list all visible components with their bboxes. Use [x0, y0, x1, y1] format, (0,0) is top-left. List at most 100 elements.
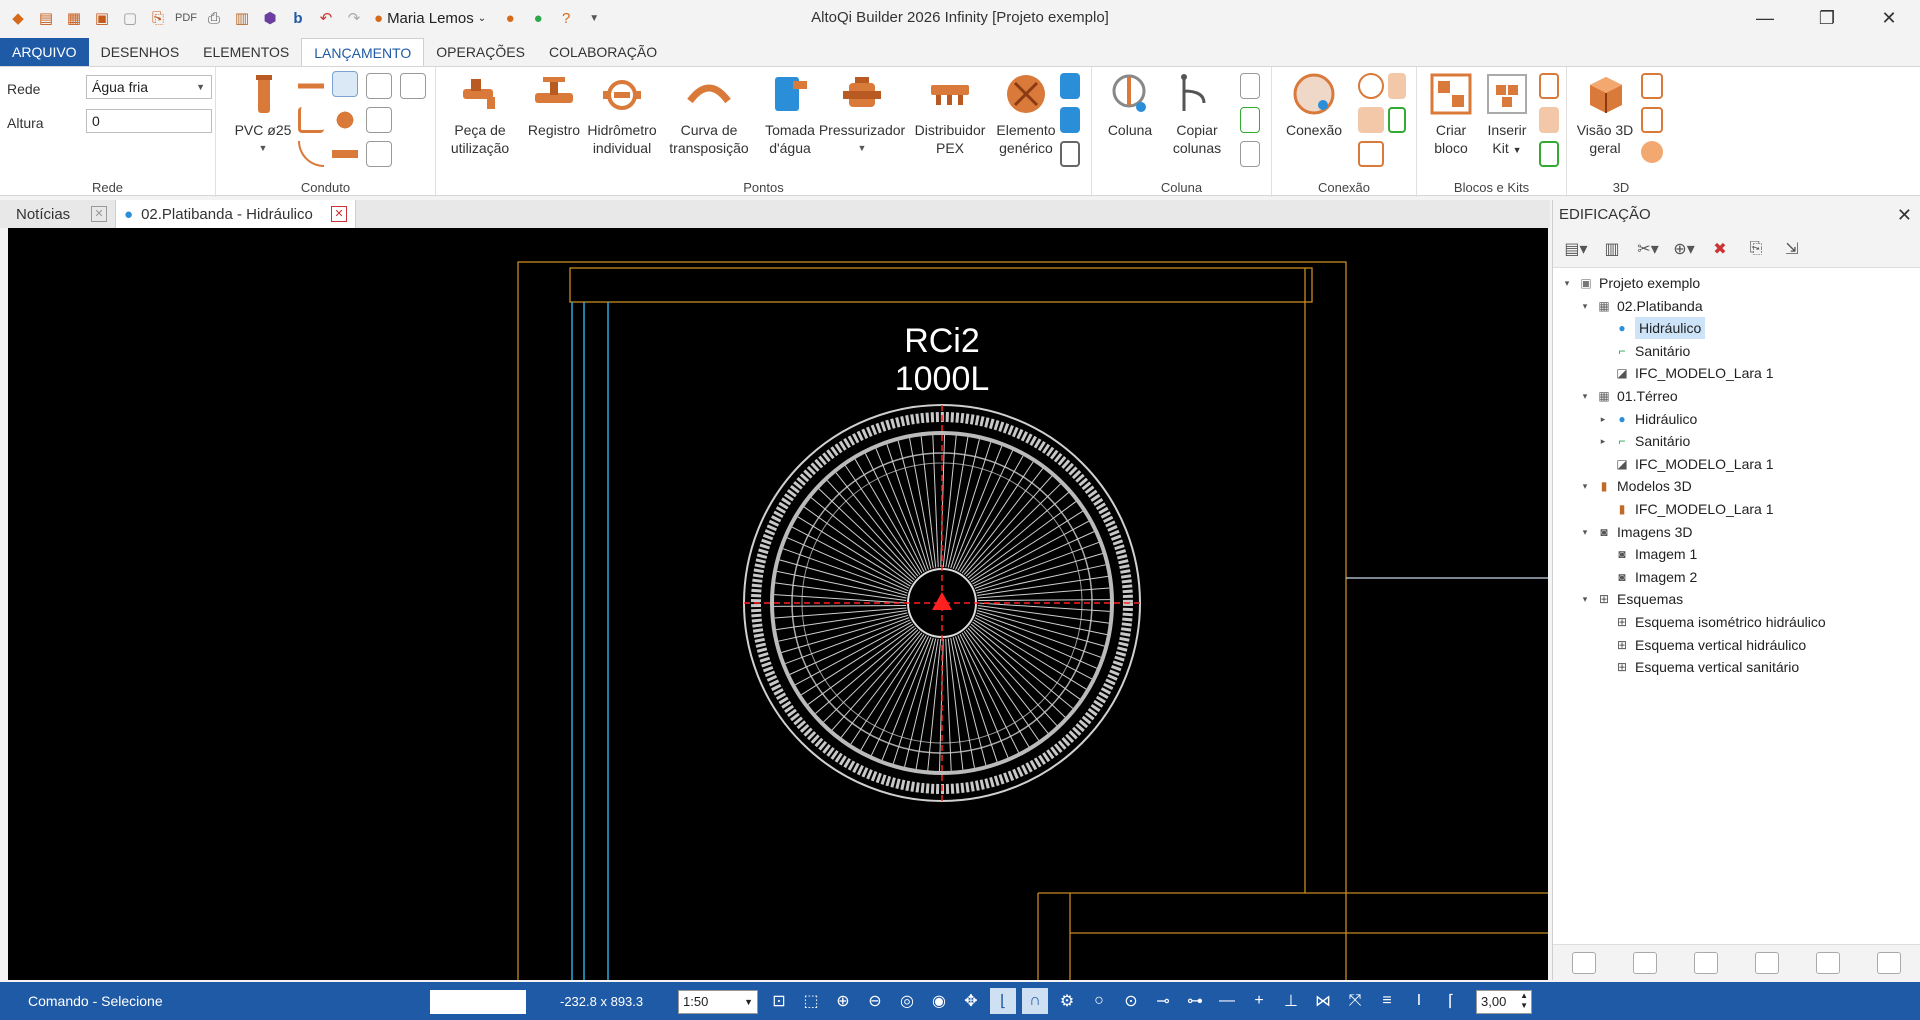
connection-tool-1-icon[interactable]	[1358, 73, 1384, 99]
container-blue-2-icon[interactable]	[1060, 107, 1080, 133]
osnap-circle-icon[interactable]: ○	[1086, 988, 1112, 1014]
panel-tab-views-icon[interactable]	[1632, 951, 1657, 974]
3d-tool-1-icon[interactable]	[1641, 73, 1663, 99]
collapse-icon[interactable]: ▾	[1579, 588, 1591, 610]
delete-icon[interactable]: ✖	[1707, 237, 1733, 261]
rotate-icon[interactable]	[366, 141, 392, 167]
import-icon[interactable]: ⇲	[1779, 237, 1805, 261]
new-project-icon[interactable]: ▤	[34, 6, 58, 30]
tree-item[interactable]: ▮ IFC_MODELO_Lara 1	[1597, 498, 1774, 520]
collapse-icon[interactable]: ▾	[1579, 475, 1591, 497]
tree-item[interactable]: ◙ Imagem 1	[1597, 543, 1697, 565]
drawing-canvas[interactable]: RCi2 1000L	[8, 228, 1548, 980]
tree-item[interactable]: ▸ ● Hidráulico	[1597, 408, 1698, 430]
tree-item[interactable]: ▾ ▦ 02.Platibanda	[1579, 295, 1703, 317]
distribuidor-pex-button[interactable]: Distribuidor PEX	[902, 71, 998, 157]
save-icon[interactable]: ▣	[90, 6, 114, 30]
panel-tab-check-icon[interactable]	[1755, 951, 1780, 974]
3d-settings-icon[interactable]	[1641, 141, 1663, 163]
help-icon[interactable]: ?	[554, 6, 578, 30]
snap-icon[interactable]: ∩	[1022, 988, 1048, 1014]
scale-select[interactable]: 1:50 ▼	[678, 990, 758, 1014]
curva-transposicao-button[interactable]: Curva de transposição	[658, 71, 760, 157]
minimize-button[interactable]: —	[1734, 0, 1796, 36]
altura-input[interactable]: 0	[86, 109, 212, 133]
app-logo-icon[interactable]: ◆	[6, 6, 30, 30]
copiar-colunas-button[interactable]: Copiar colunas	[1162, 71, 1232, 157]
3d-tool-2-icon[interactable]	[1641, 107, 1663, 133]
undo-icon[interactable]: ↶	[314, 6, 338, 30]
tree-item[interactable]: ▾ ▣ Projeto exemplo	[1561, 272, 1700, 294]
container-blue-icon[interactable]	[1060, 73, 1080, 99]
align-icon[interactable]: ≡	[1374, 988, 1400, 1014]
hidrometro-button[interactable]: Hidrômetro individual	[576, 71, 668, 157]
tab-operacoes[interactable]: OPERAÇÕES	[424, 38, 537, 66]
curved-pipe-icon[interactable]	[332, 71, 358, 97]
b-logo-icon[interactable]: b	[286, 6, 310, 30]
pan-icon[interactable]: ✥	[958, 988, 984, 1014]
tools-icon[interactable]: ✂▾	[1635, 237, 1661, 261]
peca-utilizacao-button[interactable]: Peça de utilização	[440, 71, 520, 157]
tree-item[interactable]: ⊞ Esquema vertical hidráulico	[1597, 634, 1806, 656]
spinner-arrows-icon[interactable]: ▲ ▼	[1520, 991, 1528, 1011]
zoom-extents-icon[interactable]: ⊡	[766, 988, 792, 1014]
ortho-icon[interactable]: ⌊	[990, 988, 1016, 1014]
save-as-icon[interactable]: ▢	[118, 6, 142, 30]
tab-elementos[interactable]: ELEMENTOS	[191, 38, 301, 66]
tab-desenhos[interactable]: DESENHOS	[89, 38, 192, 66]
expand-icon[interactable]: ⤧	[1342, 988, 1368, 1014]
text-cursor-icon[interactable]: I	[1406, 988, 1432, 1014]
tree-item[interactable]: ▾ ▮ Modelos 3D	[1579, 475, 1692, 497]
tree-item[interactable]: ▸ ⌐ Sanitário	[1597, 430, 1691, 452]
properties-icon[interactable]: ▥	[1599, 237, 1625, 261]
connection-tool-5-icon[interactable]	[1358, 141, 1384, 167]
plugin-icon[interactable]: ⬢	[258, 6, 282, 30]
column-tool-3-icon[interactable]	[1240, 141, 1260, 167]
tab-platibanda-hidraulico[interactable]: ● 02.Platibanda - Hidráulico ✕	[116, 200, 356, 228]
swap-icon[interactable]	[366, 107, 392, 133]
restore-button[interactable]: ❐	[1796, 0, 1858, 36]
osnap-perp-icon[interactable]: ⊥	[1278, 988, 1304, 1014]
new-sheet-icon[interactable]: ⎘	[1743, 237, 1769, 261]
tree-item[interactable]: ▾ ▦ 01.Térreo	[1579, 385, 1678, 407]
settings-icon[interactable]: ⚙	[1054, 988, 1080, 1014]
status-green-icon[interactable]: ●	[526, 6, 550, 30]
arc-pipe-icon[interactable]	[298, 141, 324, 167]
command-input[interactable]	[430, 990, 526, 1014]
vertical-pipe-icon[interactable]	[366, 73, 392, 99]
block-tool-2-icon[interactable]	[1539, 107, 1559, 133]
visao-3d-button[interactable]: Visão 3D geral	[1571, 71, 1639, 157]
panel-tab-layers-icon[interactable]	[1693, 951, 1718, 974]
redo-icon[interactable]: ↷	[342, 6, 366, 30]
tee-icon[interactable]	[332, 107, 358, 133]
export-icon[interactable]: ⎘	[146, 6, 170, 30]
pvc-button[interactable]: PVC ø25 ▼	[228, 71, 298, 157]
close-button[interactable]: ✕	[1858, 0, 1920, 36]
book-icon[interactable]: ▥	[230, 6, 254, 30]
panel-tab-tools-icon[interactable]	[1816, 951, 1841, 974]
cart-icon[interactable]: ●	[498, 6, 522, 30]
zoom-window-icon[interactable]: ⬚	[798, 988, 824, 1014]
conexao-button[interactable]: Conexão	[1278, 71, 1350, 139]
height-icon[interactable]: ⌈	[1438, 988, 1464, 1014]
osnap-center-icon[interactable]: ⊙	[1118, 988, 1144, 1014]
tab-colaboracao[interactable]: COLABORAÇÃO	[537, 38, 669, 66]
straight-pipe-icon[interactable]	[298, 73, 324, 99]
view-mode-icon[interactable]: ▤▾	[1563, 237, 1589, 261]
collapse-icon[interactable]: ▾	[1579, 385, 1591, 407]
open-project-icon[interactable]: ▦	[62, 6, 86, 30]
tree-item[interactable]: ⊞ Esquema vertical sanitário	[1597, 656, 1799, 678]
expand-icon[interactable]: ▸	[1597, 408, 1609, 430]
tree-item[interactable]: ▾ ⊞ Esquemas	[1579, 588, 1683, 610]
add-floor-icon[interactable]: ⊕▾	[1671, 237, 1697, 261]
elemento-generico-button[interactable]: Elemento genérico	[988, 71, 1064, 157]
tab-arquivo[interactable]: ARQUIVO	[0, 38, 89, 66]
column-check-icon[interactable]	[1240, 107, 1260, 133]
osnap-line-icon[interactable]: —	[1214, 988, 1240, 1014]
zoom-out-icon[interactable]: ⊖	[862, 988, 888, 1014]
close-icon[interactable]: ✕	[1897, 200, 1912, 230]
tab-noticias[interactable]: Notícias ✕	[0, 200, 116, 228]
edit-block-icon[interactable]	[1539, 73, 1559, 99]
connection-tool-3-icon[interactable]	[1358, 107, 1384, 133]
collapse-icon[interactable]: ▾	[1561, 272, 1573, 294]
